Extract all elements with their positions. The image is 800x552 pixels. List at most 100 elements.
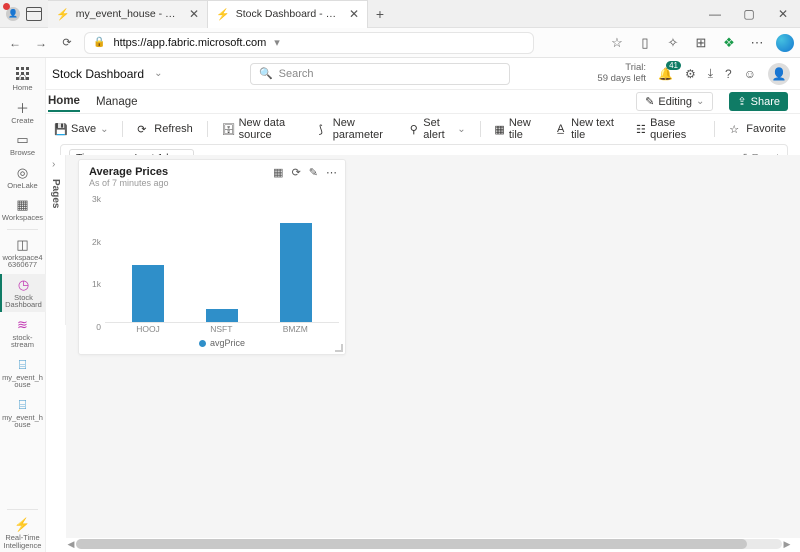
gauge-icon: ◷ (16, 277, 32, 293)
tile-title: Average Prices (89, 166, 169, 178)
rail-browse[interactable]: ▭Browse (0, 129, 46, 160)
maximize-button[interactable]: ▢ (732, 0, 766, 28)
close-icon[interactable]: ✕ (189, 7, 199, 21)
x-axis: HOOJ NSFT BMZM (105, 323, 339, 334)
dashboard-toolbar: 💾Save⌄ ⟳Refresh 🗄New data source ⟆New pa… (0, 114, 800, 144)
folder-icon: ▭ (15, 132, 31, 148)
star-icon: ☆ (729, 123, 742, 136)
rail-eventhouse-2[interactable]: ⌸my_event_house (0, 394, 46, 432)
reader-icon[interactable]: ▯ (636, 35, 654, 51)
new-tab-button[interactable]: + (368, 6, 392, 22)
rail-workspace[interactable]: ◫workspace46360677 (0, 234, 46, 272)
rail-stock-dashboard[interactable]: ◷Stock Dashboard (0, 274, 46, 312)
download-icon[interactable]: ⤓ (708, 66, 713, 81)
close-window-button[interactable]: ✕ (766, 0, 800, 28)
share-button[interactable]: ⇪Share (729, 92, 788, 111)
rail-rti[interactable]: ⚡Real-Time Intelligence (0, 514, 46, 552)
tile-average-prices[interactable]: Average Prices As of 7 minutes ago ▦ ⟳ ✎… (78, 159, 346, 355)
forward-button[interactable]: → (32, 36, 50, 50)
url-suffix: ▾ (274, 36, 280, 49)
set-alert-button[interactable]: ⚲Set alert⌄ (404, 115, 472, 143)
save-button[interactable]: 💾Save⌄ (48, 121, 114, 138)
rail-workspaces[interactable]: ▦Workspaces (0, 194, 46, 225)
pages-label: Pages (50, 179, 61, 208)
notifications-button[interactable]: 🔔41 (658, 67, 673, 81)
tile-table-icon[interactable]: ▦ (273, 166, 283, 179)
stream-icon: ≋ (15, 317, 31, 333)
share-icon: ⇪ (737, 95, 746, 108)
avatar[interactable]: 👤 (768, 63, 790, 85)
tile-more-icon[interactable]: ⋯ (326, 166, 337, 179)
rail-create[interactable]: ＋Create (0, 97, 46, 128)
tab-manage[interactable]: Manage (96, 93, 138, 111)
texttile-icon: A̲ (557, 123, 567, 136)
bolt-icon: ⚡ (216, 8, 230, 21)
close-icon[interactable]: ✕ (349, 7, 359, 21)
copilot-icon[interactable] (776, 34, 794, 52)
browser-tab-1[interactable]: ⚡ Stock Dashboard - Real-Time Inte ✕ (208, 0, 368, 28)
star-icon[interactable]: ☆ (608, 35, 626, 51)
rail-eventhouse-1[interactable]: ⌸my_event_house (0, 354, 46, 392)
taskview-icon[interactable] (26, 7, 42, 21)
bar-nsft (206, 309, 238, 322)
minimize-button[interactable]: — (698, 0, 732, 28)
favorite-button[interactable]: ☆Favorite (723, 121, 792, 138)
tab-home[interactable]: Home (48, 92, 80, 112)
search-input[interactable]: 🔍 Search (250, 63, 510, 85)
app-leftrail: ⌂Home ＋Create ▭Browse ◎OneLake ▦Workspac… (0, 58, 46, 552)
more-icon[interactable]: ⋯ (748, 35, 766, 51)
settings-icon[interactable]: ⚙ (685, 67, 696, 81)
new-data-source-button[interactable]: 🗄New data source (216, 115, 307, 143)
scroll-left-icon[interactable]: ◀ (66, 539, 76, 550)
browser-titlebar: 👤 ⚡ my_event_house - Real-Time Inte ✕ ⚡ … (0, 0, 800, 28)
url-field[interactable]: 🔒 https://app.fabric.microsoft.com ▾ (84, 32, 534, 54)
alert-icon: ⚲ (410, 123, 420, 136)
new-text-tile-button[interactable]: A̲New text tile (551, 115, 624, 143)
search-placeholder: Search (279, 68, 314, 80)
app-launcher-icon[interactable] (16, 67, 30, 81)
parameter-icon: ⟆ (319, 123, 329, 136)
tile-refresh-icon[interactable]: ⟳ (292, 166, 301, 179)
workspace-icon: ◫ (15, 237, 31, 253)
back-button[interactable]: ← (6, 36, 24, 50)
queries-icon: ☷ (636, 123, 646, 136)
lake-icon: ◎ (15, 165, 31, 181)
refresh-button[interactable]: ⟳Refresh (131, 121, 199, 138)
new-tile-button[interactable]: ▦New tile (488, 115, 545, 143)
extensions-icon[interactable]: ⊞ (692, 35, 710, 51)
tile-icon: ▦ (494, 123, 504, 136)
scroll-right-icon[interactable]: ▶ (782, 539, 792, 550)
tile-edit-icon[interactable]: ✎ (309, 166, 318, 179)
puzzle-icon[interactable]: ❖ (720, 35, 738, 51)
collections-icon[interactable]: ✧ (664, 35, 682, 51)
tab-title: my_event_house - Real-Time Inte (76, 8, 183, 20)
resize-handle[interactable] (335, 344, 343, 352)
pages-panel-handle[interactable]: › Pages (48, 155, 66, 325)
base-queries-button[interactable]: ☷Base queries (630, 115, 706, 143)
plus-icon: ＋ (15, 100, 31, 116)
browser-tab-0[interactable]: ⚡ my_event_house - Real-Time Inte ✕ (48, 0, 208, 28)
reload-button[interactable]: ⟳ (58, 36, 76, 49)
editing-mode-button[interactable]: ✎Editing⌄ (636, 92, 713, 111)
dashboard-title[interactable]: Stock Dashboard (52, 67, 144, 81)
chevron-down-icon[interactable]: ⌄ (154, 68, 162, 79)
tile-subtitle: As of 7 minutes ago (89, 178, 169, 188)
db-icon: ⌸ (15, 357, 31, 373)
refresh-icon: ⟳ (137, 123, 150, 136)
url-host: https://app.fabric.microsoft.com (113, 37, 266, 49)
y-axis: 3k 2k 1k 0 (89, 190, 105, 350)
rail-onelake[interactable]: ◎OneLake (0, 162, 46, 193)
rail-stock-stream[interactable]: ≋stock-stream (0, 314, 46, 352)
feedback-icon[interactable]: ☺ (744, 67, 756, 81)
chart-area: 3k 2k 1k 0 HOOJ NSFT BMZM avgPrice (79, 190, 345, 354)
browser-addressbar: ← → ⟳ 🔒 https://app.fabric.microsoft.com… (0, 28, 800, 58)
grid-icon: ▦ (15, 197, 31, 213)
new-parameter-button[interactable]: ⟆New parameter (313, 115, 398, 143)
lock-icon: 🔒 (93, 37, 105, 48)
tab-title: Stock Dashboard - Real-Time Inte (236, 8, 343, 20)
dashboard-canvas[interactable]: Average Prices As of 7 minutes ago ▦ ⟳ ✎… (66, 155, 800, 538)
app-topbar: Stock Dashboard ⌄ 🔍 Search Trial: 59 day… (0, 58, 800, 90)
save-icon: 💾 (54, 123, 67, 136)
canvas-hscrollbar[interactable]: ◀ ▶ (66, 538, 792, 550)
help-icon[interactable]: ? (725, 67, 732, 81)
